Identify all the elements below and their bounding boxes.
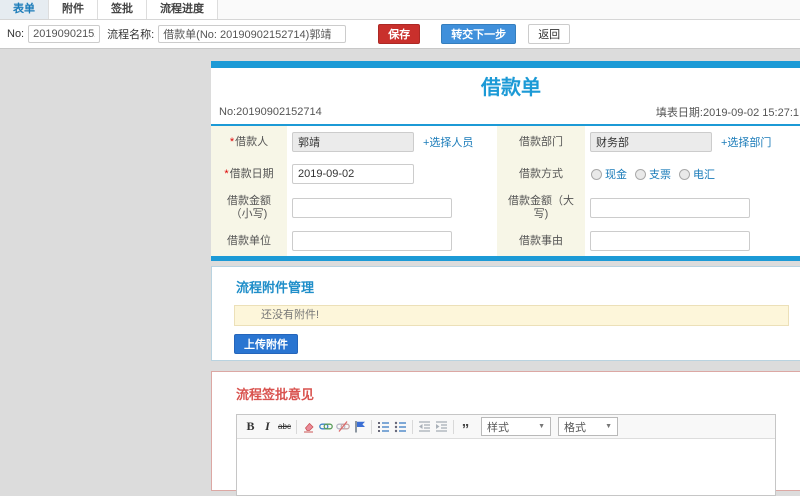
tab-form[interactable]: 表单 (0, 0, 49, 19)
loan-form-panel: 借款单 No:20190902152714 填表日期:2019-09-02 15… (211, 61, 800, 261)
department-input[interactable] (590, 132, 712, 152)
anchor-flag-icon[interactable] (351, 418, 368, 435)
format-dropdown[interactable]: 格式 ▼ (558, 417, 618, 436)
approval-comments-panel: 流程签批意见 B I abc ” 样式 ▼ 格式 ▼ (211, 371, 800, 496)
toolbar-separator (296, 419, 297, 434)
amount-lowercase-label: 借款金额（小写) (211, 190, 287, 226)
strikethrough-icon[interactable]: abc (276, 418, 293, 435)
form-fill-date: 填表日期:2019-09-02 15:27:1 (655, 106, 799, 119)
process-name-label: 流程名称: (107, 29, 155, 41)
select-department-link[interactable]: +选择部门 (721, 134, 771, 150)
outdent-icon[interactable] (416, 418, 433, 435)
loan-form-grid: *借款人 +选择人员 借款部门 +选择部门 *借款日期 借款方式 现金 (211, 126, 800, 256)
tab-attachments[interactable]: 附件 (49, 0, 98, 19)
loan-date-input[interactable] (292, 164, 414, 184)
process-name-input[interactable] (158, 25, 347, 43)
loan-reason-input[interactable] (590, 231, 750, 251)
loan-method-label: 借款方式 (497, 158, 585, 190)
panel-bottom-accent-bar (211, 256, 800, 261)
panel-top-accent-bar (211, 61, 800, 68)
loan-unit-input[interactable] (292, 231, 452, 251)
chevron-down-icon: ▼ (605, 423, 612, 430)
no-attachments-message: 还没有附件! (234, 305, 789, 326)
department-label: 借款部门 (497, 126, 585, 158)
blockquote-icon[interactable]: ” (457, 415, 474, 438)
forward-next-step-button[interactable]: 转交下一步 (441, 24, 517, 44)
bullet-list-icon[interactable] (392, 418, 409, 435)
loan-reason-label: 借款事由 (497, 226, 585, 256)
italic-icon[interactable]: I (259, 418, 276, 435)
link-icon[interactable] (317, 418, 334, 435)
loan-date-label: *借款日期 (211, 158, 287, 190)
toolbar-separator (412, 419, 413, 434)
save-button[interactable]: 保存 (378, 24, 421, 44)
style-dropdown[interactable]: 样式 ▼ (481, 417, 551, 436)
bold-icon[interactable]: B (242, 418, 259, 435)
unlink-icon[interactable] (334, 418, 351, 435)
toolbar-separator (371, 419, 372, 434)
chevron-down-icon: ▼ (538, 423, 545, 430)
attachments-panel: 流程附件管理 还没有附件! 上传附件 (211, 266, 800, 361)
tab-process-progress[interactable]: 流程进度 (147, 0, 218, 19)
toolbar-separator (453, 419, 454, 434)
remove-format-icon[interactable] (300, 418, 317, 435)
loan-method-radio-group: 现金 支票 电汇 (590, 166, 715, 182)
cash-radio[interactable] (591, 168, 602, 180)
form-meta-row: No:20190902152714 填表日期:2019-09-02 15:27:… (211, 102, 800, 121)
upload-attachment-button[interactable]: 上传附件 (234, 334, 298, 354)
back-button[interactable]: 返回 (528, 24, 571, 44)
tab-approval[interactable]: 签批 (98, 0, 147, 19)
indent-icon[interactable] (433, 418, 450, 435)
tab-bar: 表单 附件 签批 流程进度 (0, 0, 800, 20)
no-label: No: (7, 28, 25, 40)
borrower-label: *借款人 (211, 126, 287, 158)
borrower-input[interactable] (292, 132, 414, 152)
editor-content-area[interactable] (237, 439, 775, 495)
process-no-input[interactable] (28, 25, 101, 43)
amount-uppercase-input[interactable] (590, 198, 750, 218)
approval-section-title: 流程签批意见 (236, 387, 315, 402)
attachments-section-title: 流程附件管理 (236, 280, 315, 295)
wire-transfer-radio[interactable] (679, 168, 690, 180)
cheque-option-label[interactable]: 支票 (649, 166, 671, 182)
process-toolbar: No: 流程名称: 保存 转交下一步 返回 (0, 20, 800, 49)
cheque-radio[interactable] (635, 168, 646, 180)
amount-uppercase-label: 借款金额（大写) (497, 190, 585, 226)
select-person-link[interactable]: +选择人员 (423, 134, 473, 150)
ordered-list-icon[interactable] (375, 418, 392, 435)
form-title: 借款单 (481, 76, 541, 99)
amount-lowercase-input[interactable] (292, 198, 452, 218)
loan-unit-label: 借款单位 (211, 226, 287, 256)
rich-text-editor: B I abc ” 样式 ▼ 格式 ▼ (236, 414, 776, 496)
wire-transfer-option-label[interactable]: 电汇 (693, 166, 715, 182)
cash-option-label[interactable]: 现金 (605, 166, 627, 182)
editor-toolbar: B I abc ” 样式 ▼ 格式 ▼ (237, 415, 775, 439)
form-doc-no: No:20190902152714 (219, 105, 322, 118)
